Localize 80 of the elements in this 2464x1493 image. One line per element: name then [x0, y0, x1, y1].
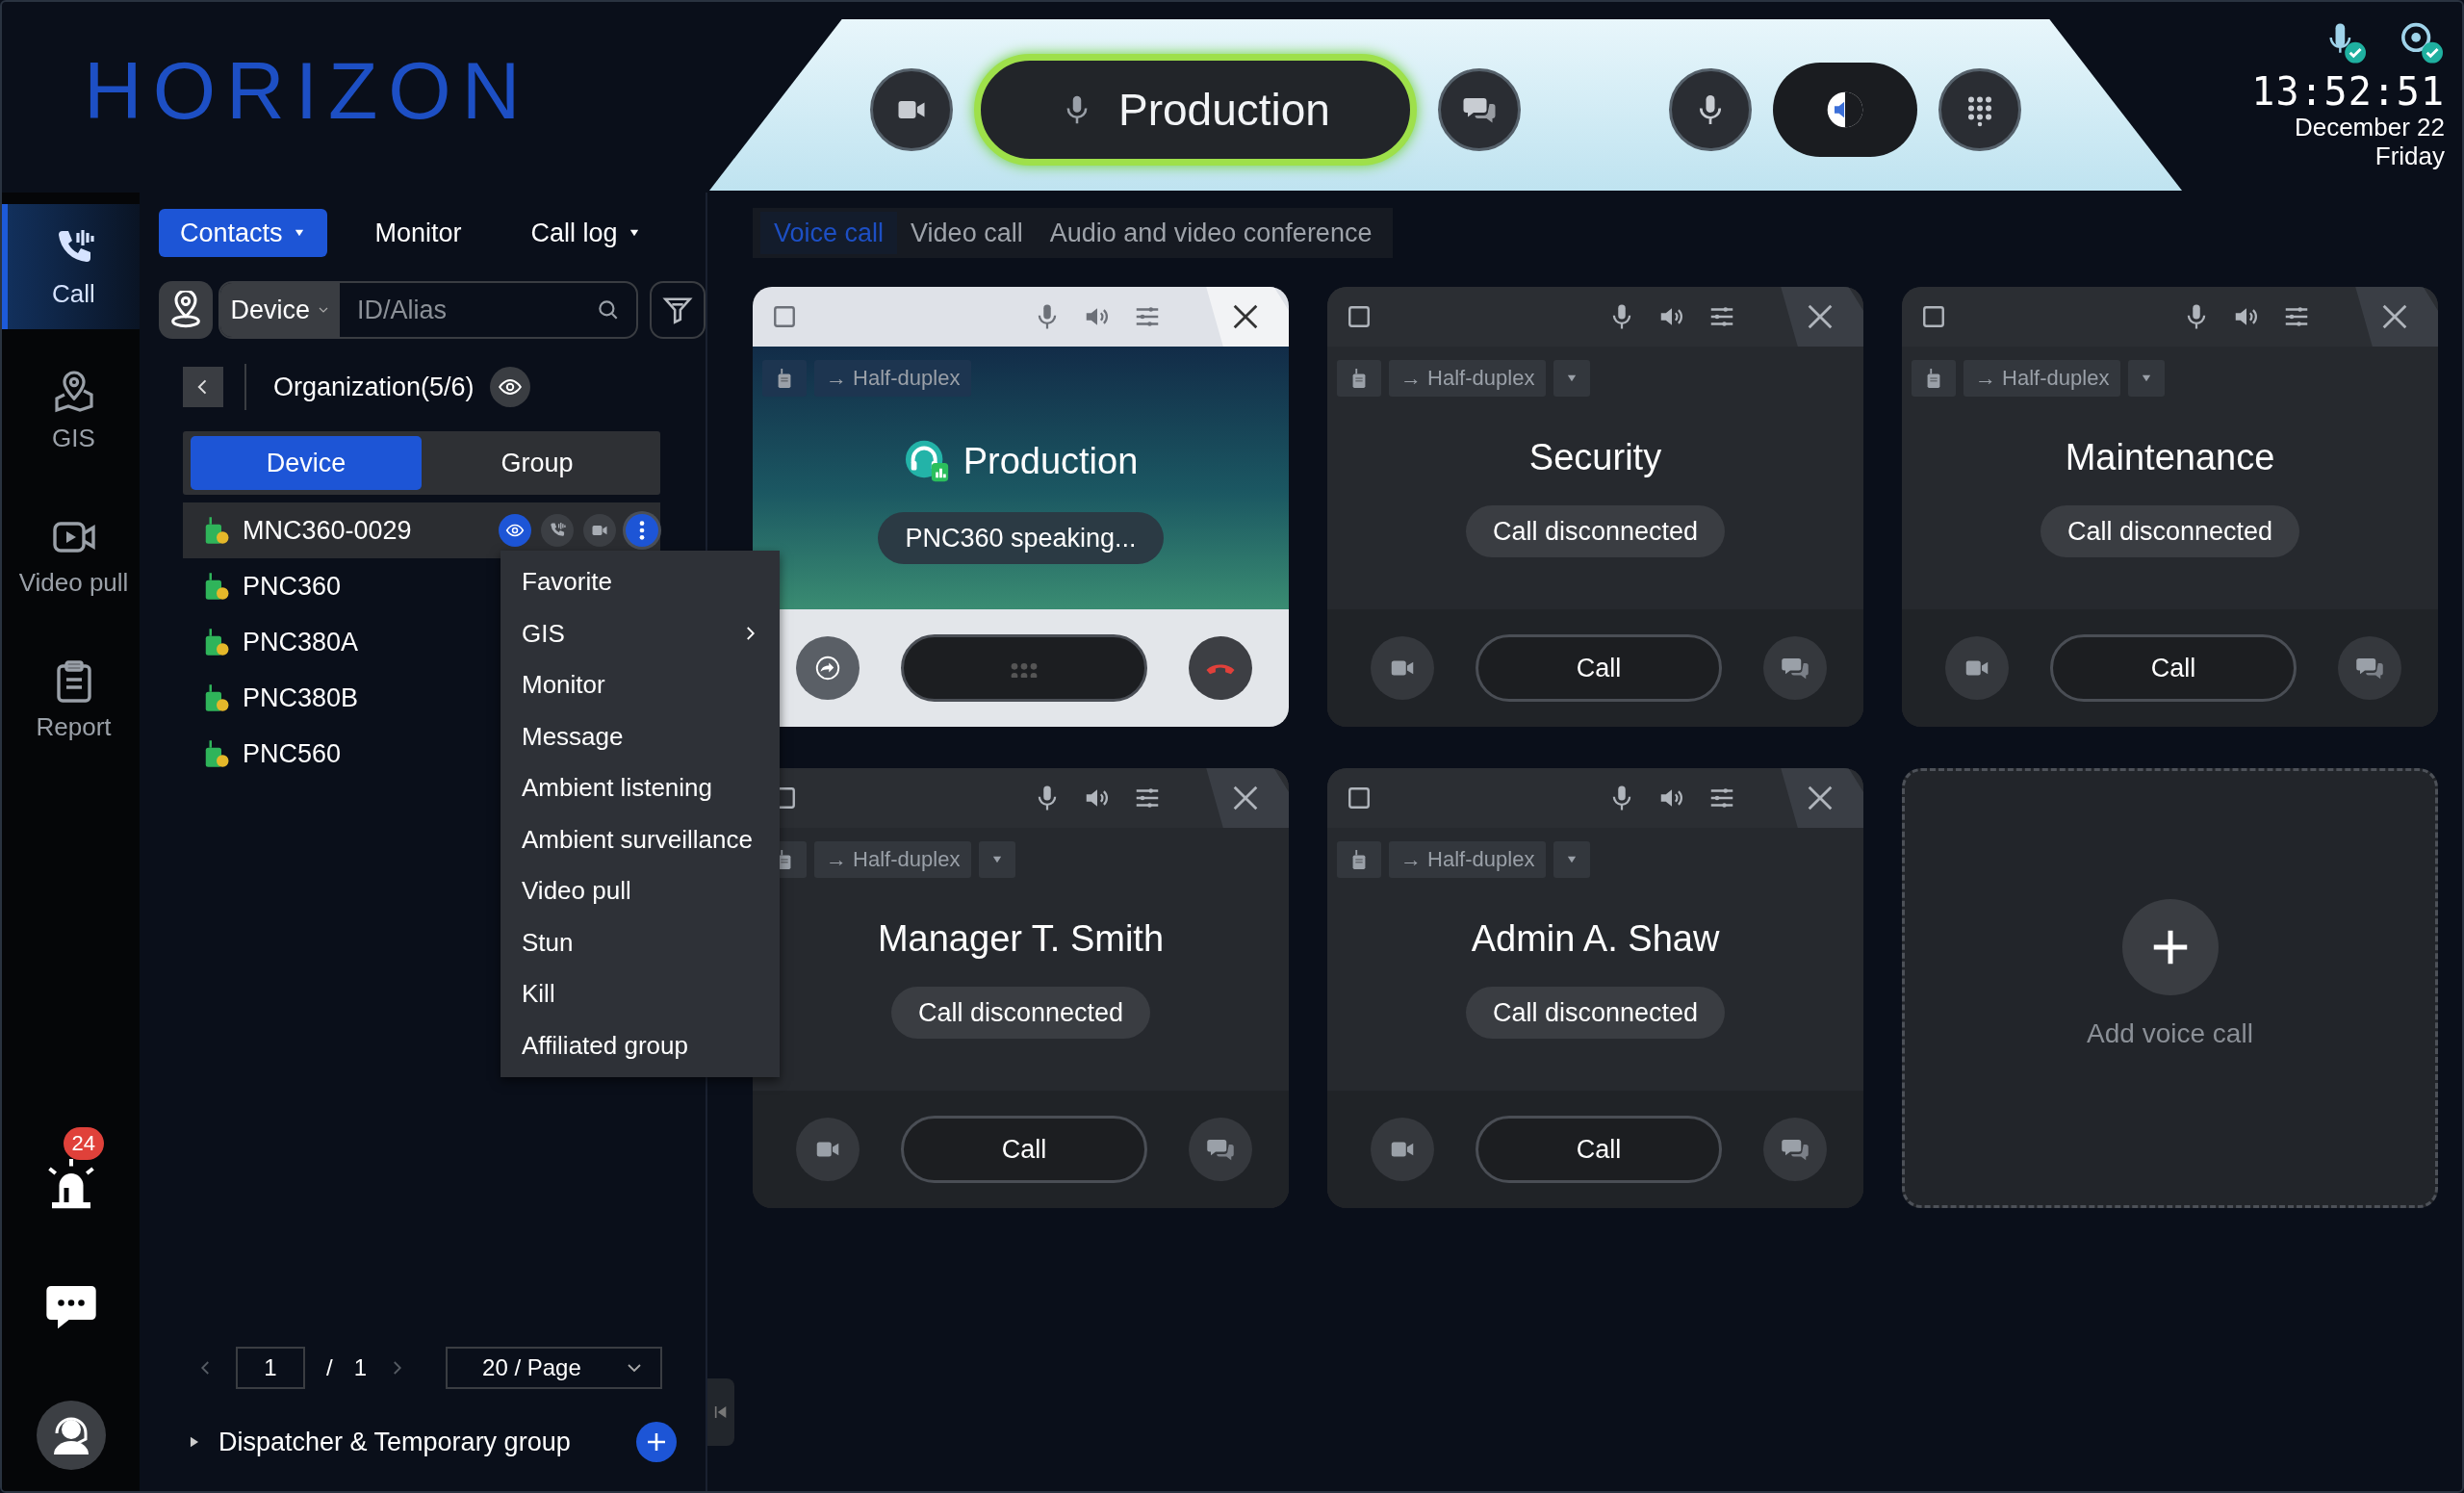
menu-item[interactable]: GIS	[500, 607, 780, 659]
mode-tag[interactable]: → Half-duplex	[1964, 360, 2121, 397]
phone-button[interactable]	[541, 514, 574, 547]
panel-tab[interactable]: Monitor	[353, 209, 483, 257]
page-separator: /	[326, 1354, 333, 1381]
checkbox-icon	[1347, 304, 1372, 329]
menu-item[interactable]: Message	[500, 710, 780, 762]
plus-icon	[645, 1430, 668, 1454]
menu-item[interactable]: Ambient listening	[500, 762, 780, 814]
call-status: PNC360 speaking...	[878, 512, 1164, 564]
checkbox-icon	[1347, 785, 1372, 811]
call-title: Admin A. Shaw	[1471, 918, 1720, 960]
type-dropdown[interactable]: Device	[219, 283, 340, 337]
menu-item[interactable]: Stun	[500, 916, 780, 968]
search-box[interactable]: Device ID/Alias	[218, 281, 638, 339]
call-button[interactable]: Call	[2050, 634, 2297, 702]
menu-item[interactable]: Affiliated group	[500, 1019, 780, 1071]
collapse-button[interactable]	[707, 1378, 734, 1446]
panel-tab[interactable]: Call log	[509, 209, 662, 257]
panel-tab[interactable]: Contacts	[159, 209, 327, 257]
notification-badge: 24	[63, 1127, 104, 1160]
add-button[interactable]	[636, 1422, 677, 1462]
mode-tag[interactable]: → Half-duplex	[814, 841, 972, 878]
call-title: Maintenance	[2065, 437, 2275, 478]
checkbox-icon	[1921, 304, 1946, 329]
add-call-card[interactable]: Add voice call	[1902, 768, 2438, 1208]
device-name: PNC360	[243, 571, 342, 602]
search-field[interactable]: ID/Alias	[354, 294, 590, 326]
weekday-text: Friday	[2374, 142, 2445, 171]
menu-item[interactable]: Ambient surveillance	[500, 813, 780, 865]
call-title: Security	[1528, 437, 1662, 478]
call-button[interactable]: Call	[1476, 634, 1722, 702]
menu-item[interactable]: Favorite	[500, 556, 780, 608]
nav-item[interactable]: Video pull	[2, 493, 140, 618]
location-button[interactable]	[159, 281, 213, 339]
call-status: Call disconnected	[1465, 505, 1726, 557]
call-tab[interactable]: Audio and video conference	[1036, 212, 1386, 254]
segment-tab[interactable]: Group	[422, 436, 653, 490]
call-tab[interactable]: Video call	[897, 212, 1037, 254]
nav-item[interactable]: Report	[2, 637, 140, 762]
device-name: PNC560	[243, 738, 342, 769]
call-status: Call disconnected	[890, 987, 1151, 1039]
forward-icon	[813, 654, 842, 682]
add-call-label: Add voice call	[2087, 1017, 2253, 1049]
segment-tab[interactable]: Device	[191, 436, 422, 490]
call-title: Manager T. Smith	[877, 918, 1165, 960]
clock-time: 13:52:51	[2251, 69, 2445, 114]
logo: HORIZON	[83, 44, 532, 131]
mode-tag[interactable]: → Half-duplex	[1389, 360, 1547, 397]
nav-item[interactable]: Call	[2, 204, 140, 329]
nav-item[interactable]: GIS	[2, 348, 140, 474]
checkbox-icon	[772, 304, 797, 329]
back-button[interactable]	[183, 367, 223, 407]
call-status: Call disconnected	[1465, 987, 1726, 1039]
device-row[interactable]: MNC360-0029	[183, 502, 660, 558]
date-text: December 22	[2294, 114, 2445, 142]
camera-button[interactable]	[583, 514, 616, 547]
menu-item[interactable]: Monitor	[500, 659, 780, 711]
more-button[interactable]	[626, 514, 658, 547]
call-status: Call disconnected	[2040, 505, 2300, 557]
visibility-button[interactable]	[489, 367, 530, 407]
device-name: PNC380B	[243, 682, 359, 713]
call-button[interactable]: Call	[1476, 1116, 1722, 1183]
page-total: 1	[353, 1354, 368, 1381]
organization-title: Organization(5/6)	[273, 372, 475, 402]
collapse-icon	[713, 1404, 729, 1420]
monitor-button[interactable]	[499, 514, 531, 547]
group-title[interactable]: Dispatcher & Temporary group	[218, 1427, 571, 1457]
device-name: MNC360-0029	[243, 515, 412, 546]
mode-tag[interactable]: → Half-duplex	[814, 360, 972, 397]
call-button[interactable]: Call	[901, 1116, 1147, 1183]
current-group-button[interactable]: Production	[974, 54, 1417, 166]
menu-item[interactable]: Video pull	[500, 865, 780, 917]
menu-item[interactable]: Kill	[500, 968, 780, 1020]
device-name: PNC380A	[243, 627, 359, 657]
filter-button[interactable]	[650, 281, 706, 339]
page-size-dropdown[interactable]: 20 / Page	[446, 1347, 663, 1389]
mode-tag[interactable]: → Half-duplex	[1389, 841, 1547, 878]
page-field[interactable]: 1	[236, 1347, 305, 1389]
call-title: Production	[962, 440, 1139, 482]
